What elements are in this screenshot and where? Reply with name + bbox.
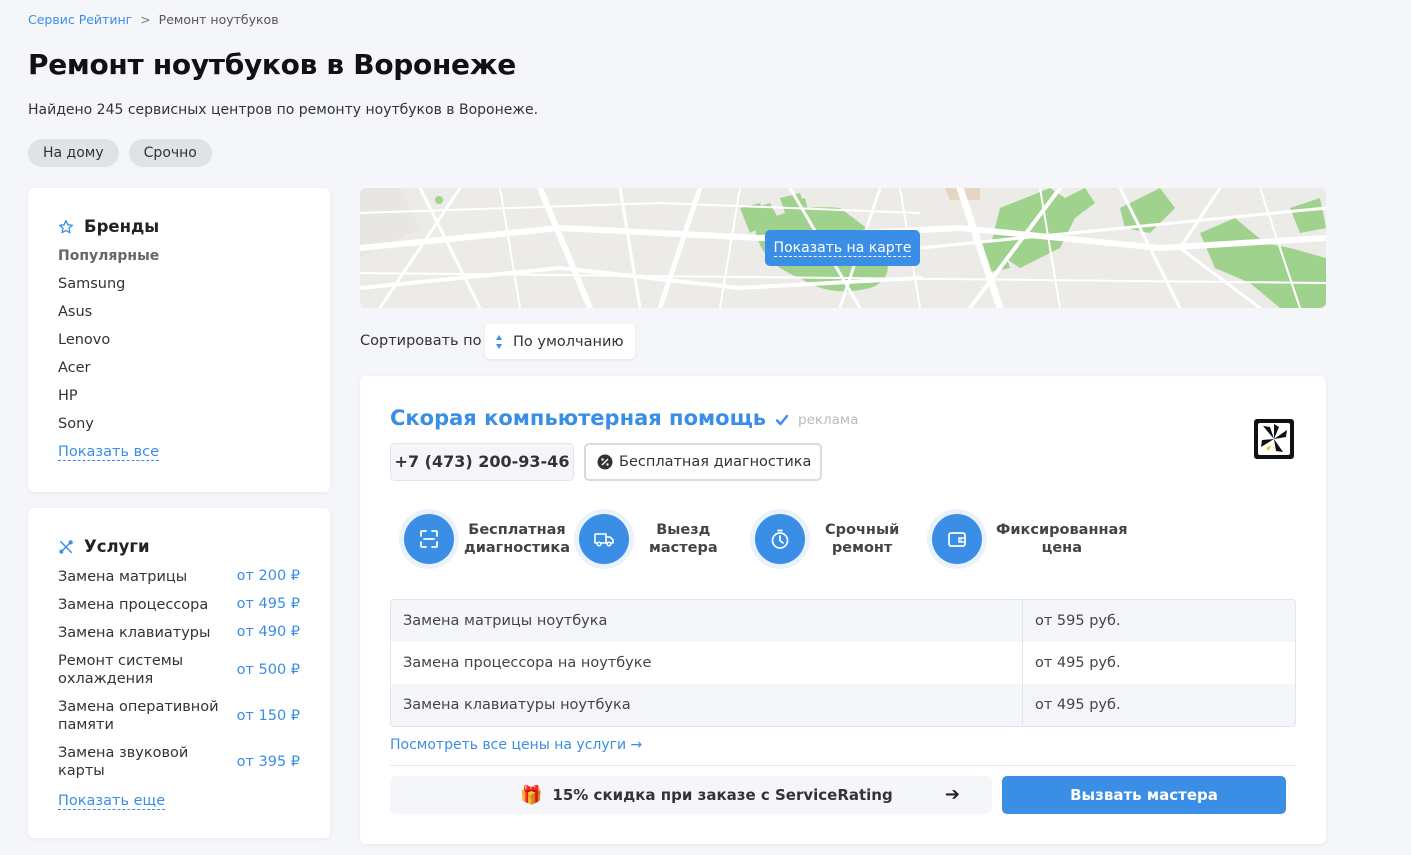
free-diagnostics-label: Бесплатная диагностика xyxy=(619,454,812,470)
ad-label: реклама xyxy=(798,412,859,428)
brands-show-all-link[interactable]: Показать все xyxy=(58,444,160,461)
all-prices-link[interactable]: Посмотреть все цены на услуги → xyxy=(390,737,642,753)
results-count: Найдено 245 сервисных центров по ремонту… xyxy=(28,102,539,118)
services-heading: Услуги xyxy=(58,537,150,556)
wallet-icon xyxy=(948,532,966,547)
brand-item-samsung[interactable]: Samsung xyxy=(58,276,159,304)
service-item[interactable]: Ремонт системы охлаждения от 500 ₽ xyxy=(58,652,300,688)
call-master-button[interactable]: Вызвать мастера xyxy=(1002,776,1286,814)
promo-discount-banner[interactable]: 🎁 15% скидка при заказе с ServiceRating … xyxy=(390,776,992,814)
price-service-cell: Замена клавиатуры ноутбука xyxy=(391,684,1023,726)
table-row: Замена матрицы ноутбука от 595 руб. xyxy=(391,600,1295,642)
service-price: от 500 ₽ xyxy=(236,662,300,678)
table-row: Замена клавиатуры ноутбука от 495 руб. xyxy=(391,684,1295,726)
brand-item-lenovo[interactable]: Lenovo xyxy=(58,332,159,360)
service-name: Замена звуковой карты xyxy=(58,745,189,779)
show-on-map-label: Показать на карте xyxy=(773,240,912,257)
sort-select-value: По умолчанию xyxy=(513,333,624,350)
discount-badge-icon xyxy=(597,454,613,470)
sort-arrows-icon xyxy=(496,334,502,349)
service-name: Ремонт системы охлаждения xyxy=(58,653,184,687)
phone-button[interactable]: +7 (473) 200-93-46 xyxy=(390,443,574,481)
brand-item-sony[interactable]: Sony xyxy=(58,416,159,444)
sort-select[interactable]: По умолчанию xyxy=(485,324,635,359)
brands-filter-card: Бренды Популярные Samsung Asus Lenovo Ac… xyxy=(28,188,330,492)
price-service-cell: Замена матрицы ноутбука xyxy=(391,600,1023,642)
feature-icon-circle xyxy=(755,514,805,564)
service-price: от 490 ₽ xyxy=(236,624,300,640)
feature-free-diagnostics: Бесплатная диагностика xyxy=(404,514,570,564)
tools-icon xyxy=(59,539,73,554)
service-name: Замена клавиатуры xyxy=(58,625,211,641)
service-item[interactable]: Замена оперативной памяти от 150 ₽ xyxy=(58,698,300,734)
feature-urgent-repair: Срочный ремонт xyxy=(755,514,899,564)
service-name: Замена оперативной памяти xyxy=(58,699,219,733)
timer-icon xyxy=(771,529,789,549)
price-service-cell: Замена процессора на ноутбуке xyxy=(391,642,1023,684)
feature-label: Выезд мастера xyxy=(649,522,718,556)
service-item[interactable]: Замена матрицы от 200 ₽ xyxy=(58,568,300,586)
brands-heading-label: Бренды xyxy=(84,217,160,236)
filter-tags: На дому Срочно xyxy=(28,139,212,167)
services-filter-card: Услуги Замена матрицы от 200 ₽ Замена пр… xyxy=(28,508,330,838)
feature-fixed-price: Фиксированная цена xyxy=(932,514,1128,564)
show-on-map-button[interactable]: Показать на карте xyxy=(765,230,920,266)
sort-label: Сортировать по xyxy=(360,333,482,349)
services-show-more-link[interactable]: Показать еще xyxy=(58,793,166,810)
company-name-link[interactable]: Скорая компьютерная помощь xyxy=(390,406,766,430)
brand-item-asus[interactable]: Asus xyxy=(58,304,159,332)
arrow-right-icon: ➔ xyxy=(944,784,960,805)
breadcrumb-separator: > xyxy=(140,12,151,27)
price-value-cell: от 495 руб. xyxy=(1035,655,1121,671)
service-item[interactable]: Замена клавиатуры от 490 ₽ xyxy=(58,624,300,642)
table-row: Замена процессора на ноутбуке от 495 руб… xyxy=(391,642,1295,684)
gift-icon: 🎁 xyxy=(520,784,543,806)
service-price: от 395 ₽ xyxy=(236,754,300,770)
brand-item-hp[interactable]: HP xyxy=(58,388,159,416)
breadcrumb: Сервис Рейтинг > Ремонт ноутбуков xyxy=(28,12,279,27)
free-diagnostics-badge: Бесплатная диагностика xyxy=(584,443,822,481)
truck-icon xyxy=(594,533,614,547)
price-table: Замена матрицы ноутбука от 595 руб. Заме… xyxy=(390,599,1296,727)
service-item[interactable]: Замена звуковой карты от 395 ₽ xyxy=(58,744,300,780)
star-icon xyxy=(59,219,73,233)
service-price: от 150 ₽ xyxy=(236,708,300,724)
price-value-cell: от 595 руб. xyxy=(1035,613,1121,629)
feature-icon-circle xyxy=(579,514,629,564)
feature-master-visit: Выезд мастера xyxy=(579,514,718,564)
divider xyxy=(390,765,1296,766)
brands-heading: Бренды xyxy=(58,217,159,236)
feature-label: Срочный ремонт xyxy=(825,522,900,556)
services-heading-label: Услуги xyxy=(84,537,150,556)
brand-list: Популярные Samsung Asus Lenovo Acer HP S… xyxy=(58,248,159,472)
verified-check-icon xyxy=(775,414,789,426)
brands-popular-label: Популярные xyxy=(58,248,160,264)
feature-icon-circle xyxy=(404,514,454,564)
service-price: от 495 ₽ xyxy=(236,596,300,612)
service-center-card: Скорая компьютерная помощь реклама +7 (4… xyxy=(360,376,1326,844)
breadcrumb-root-link[interactable]: Сервис Рейтинг xyxy=(28,12,132,27)
tag-urgent[interactable]: Срочно xyxy=(128,139,212,167)
feature-label: Бесплатная диагностика xyxy=(464,522,570,556)
feature-label: Фиксированная цена xyxy=(996,522,1128,556)
service-name: Замена матрицы xyxy=(58,569,188,585)
breadcrumb-current: Ремонт ноутбуков xyxy=(158,12,279,27)
scan-icon xyxy=(420,530,438,548)
service-item[interactable]: Замена процессора от 495 ₽ xyxy=(58,596,300,614)
company-logo xyxy=(1254,419,1294,459)
feature-icon-circle xyxy=(932,514,982,564)
price-value-cell: от 495 руб. xyxy=(1035,697,1121,713)
tag-home[interactable]: На дому xyxy=(28,139,119,167)
service-name: Замена процессора xyxy=(58,597,209,613)
service-price: от 200 ₽ xyxy=(236,568,300,584)
page-title: Ремонт ноутбуков в Воронеже xyxy=(28,48,516,81)
map-preview[interactable]: Показать на карте xyxy=(360,188,1326,308)
promo-text: 15% скидка при заказе с ServiceRating xyxy=(552,786,893,804)
brand-item-acer[interactable]: Acer xyxy=(58,360,159,388)
